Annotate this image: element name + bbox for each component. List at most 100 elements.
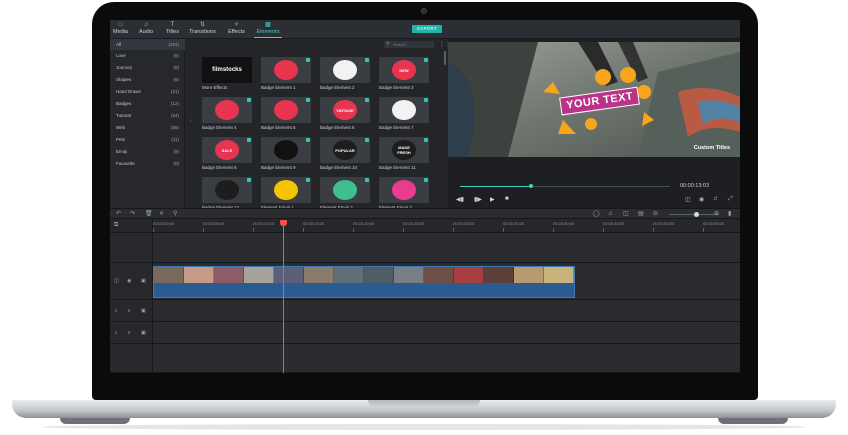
- tab-audio[interactable]: ♫ Audio: [137, 21, 155, 38]
- category-item[interactable]: Hand Drawn (21): [110, 86, 185, 97]
- lock-icon[interactable]: ▣: [141, 278, 146, 284]
- download-icon[interactable]: [365, 58, 369, 62]
- track-header-audio-2: ♫ ♬ ▣: [110, 322, 153, 344]
- shield-icon[interactable]: ◯: [593, 210, 600, 219]
- tab-transitions[interactable]: ⇅ Transitions: [187, 21, 218, 38]
- download-icon[interactable]: [247, 138, 251, 142]
- ruler-tick-mark: [403, 228, 404, 232]
- category-item[interactable]: Badges (12): [110, 98, 185, 109]
- download-icon[interactable]: [247, 98, 251, 102]
- track-empty[interactable]: [153, 233, 740, 263]
- speaker-icon[interactable]: ♬: [127, 308, 132, 314]
- step-back-icon[interactable]: ◀▮: [456, 196, 464, 203]
- clip-frame: [184, 267, 214, 283]
- element-thumbnail: [202, 97, 252, 123]
- export-button[interactable]: EXPORT: [412, 25, 442, 33]
- category-item[interactable]: Journey (6): [110, 62, 185, 73]
- element-thumbnail: [202, 177, 252, 203]
- category-item[interactable]: All (191): [110, 39, 185, 50]
- category-item[interactable]: Love (8): [110, 50, 185, 61]
- elements-icon: ▩: [265, 22, 271, 28]
- lock-icon[interactable]: ▣: [141, 330, 146, 336]
- ruler-tick-label: 00:00:25:00: [403, 221, 425, 226]
- element-thumbnail: [261, 97, 311, 123]
- tab-titles[interactable]: T Titles: [164, 21, 181, 38]
- track-audio-2[interactable]: [153, 322, 740, 344]
- subtitles-icon[interactable]: ▤: [638, 210, 644, 219]
- category-item[interactable]: Tutorial (64): [110, 110, 185, 121]
- voiceover-icon[interactable]: ◫: [623, 210, 629, 219]
- delete-icon[interactable]: 🗑: [145, 210, 153, 219]
- download-icon[interactable]: [424, 138, 428, 142]
- download-icon[interactable]: [306, 98, 310, 102]
- lock-icon[interactable]: ▣: [141, 308, 146, 314]
- track-empty-bottom[interactable]: [153, 344, 740, 373]
- render-preview-icon[interactable]: ◫: [685, 196, 691, 203]
- playhead-handle[interactable]: [280, 220, 287, 226]
- collapse-panel-icon[interactable]: ‹: [190, 118, 192, 124]
- cut-icon[interactable]: ✕: [159, 210, 164, 219]
- download-icon[interactable]: [306, 58, 310, 62]
- playback-progress[interactable]: [460, 184, 670, 188]
- text-icon: T: [170, 22, 175, 28]
- download-icon[interactable]: [247, 178, 251, 182]
- zoom-slider-knob[interactable]: [694, 212, 699, 217]
- eye-icon[interactable]: ◉: [127, 278, 131, 284]
- editor-window: □ Media ♫ Audio T Titles ⇅ Transitions ✧…: [110, 20, 740, 373]
- track-audio-1[interactable]: [153, 300, 740, 322]
- tab-elements[interactable]: ▩ Elements: [254, 21, 282, 38]
- track-header-video: ◫ ◉ ▣: [110, 263, 153, 300]
- download-icon[interactable]: [306, 178, 310, 182]
- tracks-menu-icon[interactable]: ▮: [728, 210, 731, 219]
- ruler-tick-label: 00:00:30:00: [453, 221, 475, 226]
- zoom-fit-icon[interactable]: ⚲: [173, 210, 177, 219]
- tab-effects[interactable]: ✧ Effects: [226, 21, 247, 38]
- timeline-ruler[interactable]: 00:00:00:00 00:00:05:00 00:00:10:00 00:00:1…: [153, 219, 740, 233]
- track-video[interactable]: [153, 263, 740, 300]
- search-input[interactable]: ⚲ Search: [384, 41, 434, 48]
- category-item[interactable]: Shapes (6): [110, 74, 185, 85]
- speaker-icon[interactable]: ♬: [127, 330, 132, 336]
- ruler-tick-label: 00:00:55:00: [703, 221, 725, 226]
- category-item[interactable]: Pets (11): [110, 134, 185, 145]
- element-thumbnail: POPULAR: [320, 137, 370, 163]
- video-clip[interactable]: [153, 266, 575, 298]
- microphone-icon[interactable]: ♫: [608, 210, 613, 219]
- fullscreen-icon[interactable]: ⤢: [728, 196, 733, 203]
- zoom-out-icon[interactable]: ⊖: [653, 210, 658, 219]
- category-item[interactable]: Favourite (0): [110, 158, 185, 169]
- laptop-shadow: [40, 424, 808, 430]
- download-icon[interactable]: [424, 58, 428, 62]
- element-badge-shape: [274, 100, 298, 120]
- add-track-icon: ⧉: [114, 222, 119, 228]
- zoom-in-icon[interactable]: ⊕: [714, 210, 719, 219]
- download-icon[interactable]: [424, 178, 428, 182]
- element-badge-shape: SALE: [215, 140, 239, 160]
- undo-icon[interactable]: ↶: [116, 210, 121, 219]
- download-icon[interactable]: [365, 178, 369, 182]
- download-icon[interactable]: [365, 138, 369, 142]
- stop-icon[interactable]: ■: [505, 196, 509, 202]
- download-icon[interactable]: [424, 98, 428, 102]
- laptop-mockup: □ Media ♫ Audio T Titles ⇅ Transitions ✧…: [0, 0, 848, 435]
- download-icon[interactable]: [306, 138, 310, 142]
- volume-icon[interactable]: ♬: [713, 196, 719, 202]
- track-header-audio-1: ♫ ♬ ▣: [110, 300, 153, 322]
- redo-icon[interactable]: ↷: [130, 210, 135, 219]
- playback-scrubber[interactable]: [529, 184, 534, 188]
- play-icon[interactable]: ▶: [490, 196, 495, 203]
- playhead-line[interactable]: [283, 223, 284, 373]
- category-item[interactable]: Emoji (9): [110, 146, 185, 157]
- add-track-button[interactable]: ⧉: [110, 219, 153, 233]
- element-thumbnail: MADE FRESH: [379, 137, 429, 163]
- grid-scrollbar[interactable]: [444, 51, 446, 65]
- category-item[interactable]: Web (56): [110, 122, 185, 133]
- element-thumbnail: [261, 137, 311, 163]
- ruler-tick-label: 00:00:00:00: [153, 221, 175, 226]
- step-forward-icon[interactable]: ▮▶: [474, 196, 482, 203]
- preview-panel: YOUR TEXT Custom Titles 00:00:13:03 ◀▮ ▮…: [448, 39, 740, 208]
- download-icon[interactable]: [365, 98, 369, 102]
- tab-media[interactable]: □ Media: [112, 21, 129, 38]
- element-thumbnail: NEW: [379, 57, 429, 83]
- snapshot-icon[interactable]: ◉: [699, 196, 704, 203]
